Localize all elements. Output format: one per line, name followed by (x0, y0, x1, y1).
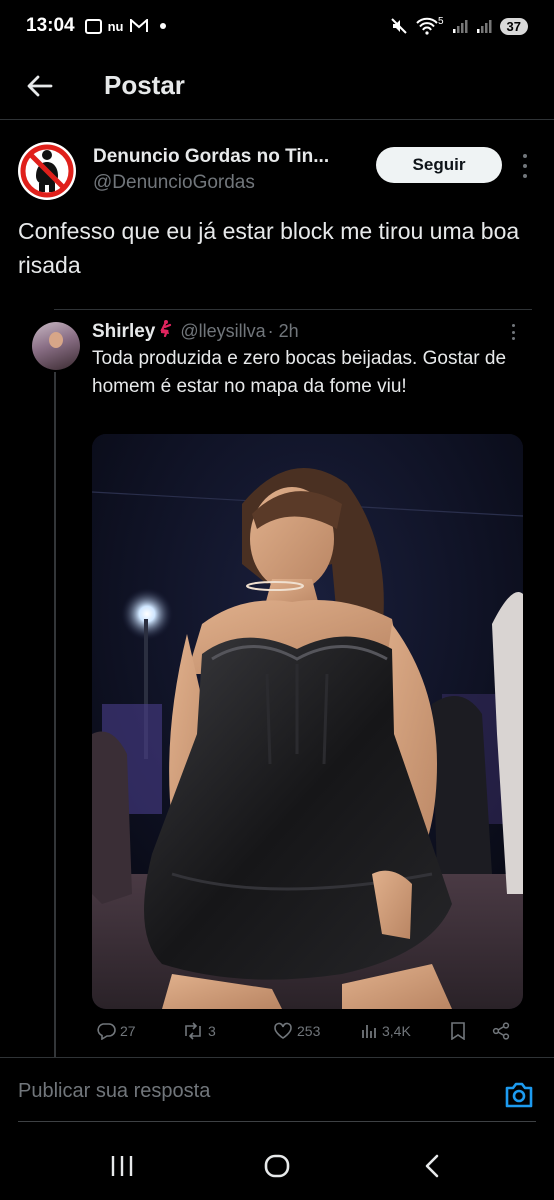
nav-back-button[interactable] (402, 1146, 462, 1186)
author-name[interactable]: Denuncio Gordas no Tin... (93, 146, 329, 168)
reply-button[interactable]: 27 (96, 1022, 136, 1040)
views-button[interactable]: 3,4K (360, 1022, 411, 1040)
signal-icon-2 (476, 20, 492, 33)
quoted-action-bar: 27 3 253 3,4K (92, 1022, 522, 1046)
reply-count: 27 (120, 1023, 136, 1039)
like-icon (274, 1022, 292, 1039)
notification-dot-icon (159, 23, 166, 29)
wifi-icon (416, 17, 438, 35)
dancer-emoji-icon (158, 319, 172, 340)
nav-recents-button[interactable] (92, 1146, 152, 1186)
views-icon (362, 1025, 376, 1038)
signal-icon (452, 20, 468, 33)
bookmark-icon (451, 1022, 465, 1040)
share-icon (492, 1022, 510, 1040)
photo-woman-black-dress (92, 434, 523, 1009)
quoted-header: Shirley @lleysillva · 2h (92, 319, 299, 343)
status-system-icons: 5 37 (390, 15, 528, 35)
battery-indicator: 37 (499, 17, 528, 35)
top-app-bar: Postar (0, 52, 554, 120)
like-button[interactable]: 253 (273, 1022, 320, 1040)
mute-icon (391, 18, 407, 34)
nav-recents-icon (111, 1156, 133, 1176)
share-button[interactable] (492, 1022, 510, 1040)
follow-button[interactable]: Seguir (376, 147, 502, 183)
bookmark-button[interactable] (450, 1022, 466, 1040)
notification-app-icon (84, 18, 102, 34)
author-handle[interactable]: @DenuncioGordas (93, 172, 255, 194)
mail-icon (129, 19, 148, 32)
nav-home-icon (264, 1154, 290, 1178)
quoted-author-name[interactable]: Shirley (92, 321, 155, 343)
views-count: 3,4K (382, 1023, 411, 1039)
thread-connector-line (54, 372, 56, 1057)
post-more-options-icon[interactable] (516, 152, 534, 180)
author-avatar[interactable] (18, 142, 76, 200)
back-arrow-icon (27, 75, 53, 96)
system-navigation-bar (0, 1128, 554, 1200)
back-button[interactable] (0, 52, 80, 120)
carrier-text: nu (107, 18, 124, 34)
repost-count: 3 (208, 1023, 216, 1039)
no-symbol-icon (20, 144, 74, 198)
status-notification-icons: nu (84, 18, 166, 34)
quoted-text: Toda produzida e zero bocas beijadas. Go… (92, 348, 507, 397)
quoted-timestamp[interactable]: · 2h (268, 321, 299, 342)
quoted-author-avatar[interactable] (32, 322, 80, 370)
post-text: Confesso que eu já estar block me tirou … (18, 218, 520, 278)
page-title: Postar (104, 70, 185, 100)
nav-home-button[interactable] (247, 1146, 307, 1186)
quoted-photo[interactable] (92, 434, 523, 1009)
camera-button[interactable] (504, 1081, 534, 1114)
repost-icon (185, 1022, 201, 1040)
divider (54, 309, 532, 310)
composer-divider (0, 1057, 554, 1058)
quoted-author-handle[interactable]: @lleysillva (180, 321, 265, 342)
like-count: 253 (297, 1023, 321, 1039)
nav-back-icon (425, 1154, 439, 1178)
network-type: 5 (437, 15, 444, 27)
reply-icon (97, 1023, 116, 1040)
repost-button[interactable]: 3 (182, 1022, 216, 1040)
reply-input-underline (18, 1121, 536, 1122)
quoted-more-options-icon[interactable] (508, 324, 518, 340)
reply-input[interactable]: Publicar sua resposta (18, 1080, 478, 1103)
camera-icon (505, 1082, 533, 1108)
status-time: 13:04 (26, 15, 75, 36)
status-bar: 13:04 nu 5 37 (0, 0, 554, 52)
